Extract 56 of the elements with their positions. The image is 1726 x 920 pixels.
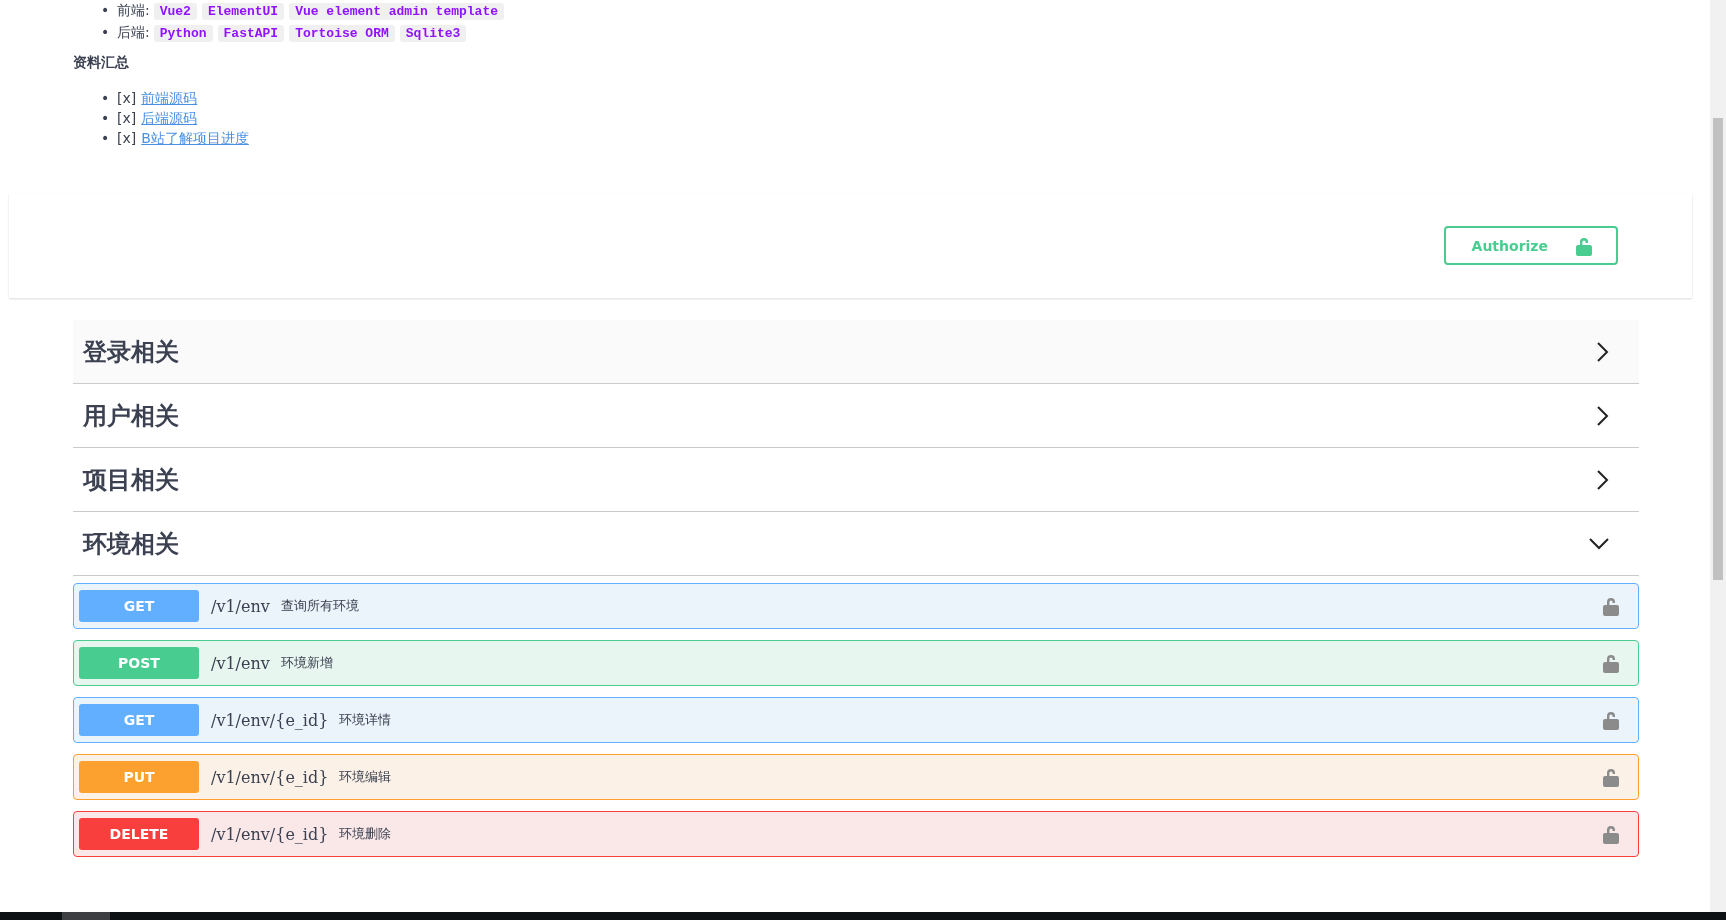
section-header[interactable]: 用户相关 [73,384,1639,448]
section-header[interactable]: 环境相关 [73,512,1639,576]
source-link[interactable]: 后端源码 [141,110,198,126]
stack-label: 后端: [117,24,150,40]
code-tag: Vue element admin template [289,3,504,20]
endpoint-summary: 环境删除 [339,825,392,843]
endpoint-path: /v1/env [211,653,270,673]
code-tag: Python [153,25,213,42]
endpoint-summary: 环境新增 [280,654,333,672]
endpoint-path: /v1/env [211,596,270,616]
bullet: • [101,129,111,148]
endpoint-row[interactable]: GET /v1/env/{e_id} 环境详情 [73,697,1639,743]
endpoint-path: /v1/env/{e_id} [211,824,329,844]
endpoint-summary: 环境详情 [339,711,392,729]
scrollbar-thumb[interactable] [1713,118,1723,580]
code-tag: Tortoise ORM [289,25,395,42]
source-link[interactable]: 前端源码 [141,90,198,106]
chevron-right-icon [1597,469,1609,490]
method-badge: GET [79,590,199,622]
endpoint-row[interactable]: PUT /v1/env/{e_id} 环境编辑 [73,754,1639,800]
chevron-right-icon [1597,405,1609,426]
lock-icon[interactable] [1603,824,1619,844]
code-tag: Vue2 [153,3,197,20]
bullet: • [101,89,111,108]
section-header[interactable]: 项目相关 [73,448,1639,512]
checkbox-mark: [x] [117,90,137,106]
chevron-down-icon [1589,537,1609,550]
code-tag: Sqlite3 [399,25,467,42]
method-badge: POST [79,647,199,679]
bullet: • [101,23,111,42]
endpoint-summary: 环境编辑 [339,768,392,786]
lock-icon[interactable] [1603,767,1619,787]
bullet: • [101,1,111,20]
stack-label: 前端: [117,2,150,18]
endpoint-row[interactable]: DELETE /v1/env/{e_id} 环境删除 [73,811,1639,857]
section-heading: 资料汇总 [73,54,130,72]
endpoint-summary: 查询所有环境 [280,597,359,615]
checkbox-mark: [x] [117,130,137,146]
endpoint-row[interactable]: POST /v1/env 环境新增 [73,640,1639,686]
method-badge: DELETE [79,818,199,850]
code-tag: ElementUI [201,3,285,20]
lock-icon[interactable] [1603,653,1619,673]
endpoint-path: /v1/env/{e_id} [211,710,329,730]
lock-icon[interactable] [1603,596,1619,616]
lock-icon[interactable] [1603,710,1619,730]
endpoint-path: /v1/env/{e_id} [211,767,329,787]
chevron-right-icon [1597,341,1609,362]
scrollbar[interactable] [1710,0,1726,912]
bullet: • [101,109,111,128]
code-tag: FastAPI [217,25,285,42]
checkbox-mark: [x] [117,110,137,126]
section-header[interactable]: 登录相关 [73,320,1639,384]
endpoint-row[interactable]: GET /v1/env 查询所有环境 [73,583,1639,629]
lock-icon [1576,235,1592,256]
method-badge: PUT [79,761,199,793]
method-badge: GET [79,704,199,736]
